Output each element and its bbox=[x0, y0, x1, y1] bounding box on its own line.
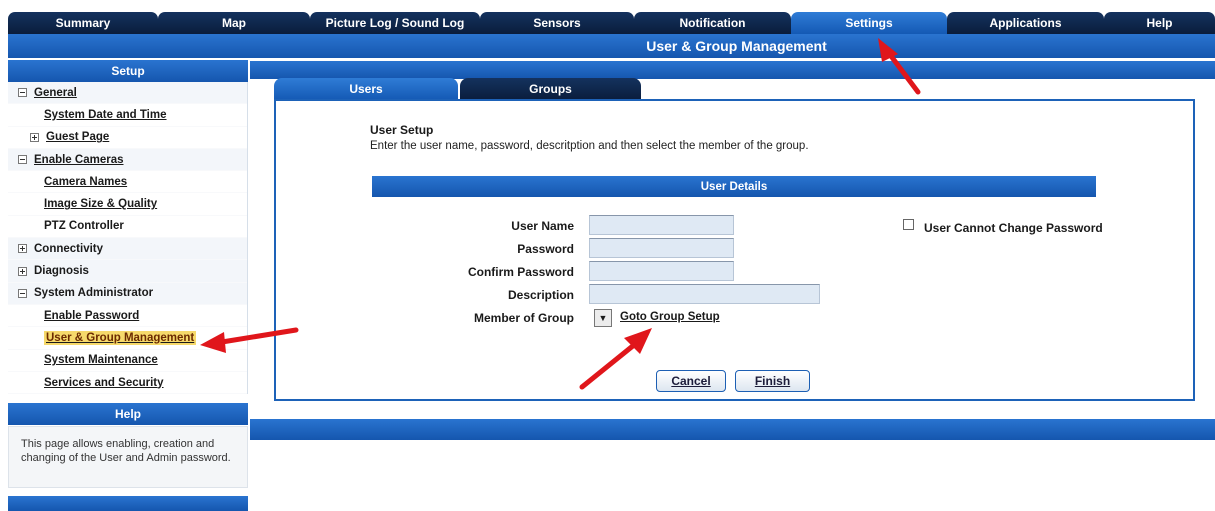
finish-button-label: Finish bbox=[754, 374, 791, 388]
expand-icon[interactable] bbox=[30, 132, 39, 142]
tab-map[interactable]: Map bbox=[158, 12, 310, 34]
sidebar-item-label: Services and Security bbox=[44, 376, 164, 389]
cancel-button[interactable]: Cancel bbox=[656, 370, 726, 392]
user-name-label: User Name bbox=[511, 219, 574, 233]
sidebar-item-label-selected: User & Group Management bbox=[44, 330, 197, 345]
sidebar-item-label: Enable Cameras bbox=[34, 153, 124, 166]
sidebar-item-user-group-management[interactable]: User & Group Management bbox=[8, 327, 247, 350]
tab-picture-log-sound-log[interactable]: Picture Log / Sound Log bbox=[310, 12, 480, 34]
sidebar-item-label: System Maintenance bbox=[44, 354, 158, 367]
member-of-group-dropdown[interactable]: ▼ bbox=[594, 309, 612, 327]
sidebar-item-label: Diagnosis bbox=[34, 265, 89, 278]
sidebar-item-image-size-quality[interactable]: Image Size & Quality bbox=[8, 193, 247, 216]
sidebar-item-label: General bbox=[34, 86, 77, 99]
sidebar-item-label: PTZ Controller bbox=[44, 220, 124, 233]
tab-users[interactable]: Users bbox=[274, 78, 458, 100]
member-of-group-label: Member of Group bbox=[473, 311, 574, 325]
expand-icon[interactable] bbox=[18, 266, 27, 276]
finish-button[interactable]: Finish bbox=[735, 370, 810, 392]
main-footer-bar bbox=[250, 419, 1215, 440]
tab-sensors[interactable]: Sensors bbox=[480, 12, 634, 34]
sidebar-item-services-and-security[interactable]: Services and Security bbox=[8, 371, 247, 395]
sidebar: General System Date and Time Guest Page … bbox=[8, 82, 248, 395]
user-setup-description: Enter the user name, password, descritpt… bbox=[370, 140, 809, 152]
user-setup-title: User Setup bbox=[370, 123, 434, 137]
sidebar-header-setup: Setup bbox=[8, 60, 248, 82]
tab-notification[interactable]: Notification bbox=[634, 12, 791, 34]
tab-help[interactable]: Help bbox=[1104, 12, 1215, 34]
confirm-password-field[interactable] bbox=[589, 261, 734, 281]
user-cannot-change-password-label: User Cannot Change Password bbox=[924, 221, 1103, 235]
sidebar-item-system-date-and-time[interactable]: System Date and Time bbox=[8, 104, 247, 127]
password-field[interactable] bbox=[589, 238, 734, 258]
cancel-button-label: Cancel bbox=[671, 374, 711, 388]
user-name-field[interactable] bbox=[589, 215, 734, 235]
chevron-down-icon: ▼ bbox=[598, 313, 608, 323]
tab-summary[interactable]: Summary bbox=[8, 12, 158, 34]
sidebar-item-label: Guest Page bbox=[46, 131, 110, 144]
sidebar-item-enable-password[interactable]: Enable Password bbox=[8, 304, 247, 328]
sidebar-section-system-administrator[interactable]: System Administrator bbox=[8, 282, 247, 305]
sidebar-item-guest-page[interactable]: Guest Page bbox=[8, 126, 247, 149]
sidebar-footer-bar bbox=[8, 496, 248, 511]
collapse-icon[interactable] bbox=[18, 288, 27, 298]
sidebar-item-label: System Date and Time bbox=[44, 108, 167, 121]
sidebar-item-label: System Administrator bbox=[34, 287, 154, 300]
description-label: Description bbox=[507, 288, 574, 302]
sidebar-section-enable-cameras[interactable]: Enable Cameras bbox=[8, 148, 247, 172]
confirm-password-label: Confirm Password bbox=[467, 265, 574, 279]
sidebar-item-label: Connectivity bbox=[34, 242, 104, 255]
sidebar-section-general[interactable]: General bbox=[8, 82, 247, 105]
tab-settings[interactable]: Settings bbox=[791, 12, 947, 34]
description-field[interactable] bbox=[589, 284, 820, 304]
sidebar-item-ptz-controller[interactable]: PTZ Controller bbox=[8, 215, 247, 239]
sidebar-item-label: Image Size & Quality bbox=[44, 198, 158, 211]
user-cannot-change-password-checkbox[interactable] bbox=[903, 219, 914, 230]
sidebar-section-diagnosis[interactable]: Diagnosis bbox=[8, 260, 247, 283]
password-label: Password bbox=[517, 242, 574, 256]
expand-icon[interactable] bbox=[18, 244, 27, 254]
sidebar-header-help: Help bbox=[8, 403, 248, 425]
sidebar-item-system-maintenance[interactable]: System Maintenance bbox=[8, 349, 247, 372]
sidebar-item-camera-names[interactable]: Camera Names bbox=[8, 171, 247, 194]
tab-groups[interactable]: Groups bbox=[460, 78, 641, 100]
goto-group-setup-link[interactable]: Goto Group Setup bbox=[620, 311, 720, 323]
collapse-icon[interactable] bbox=[18, 88, 27, 98]
main-header-bar bbox=[250, 61, 1215, 79]
collapse-icon[interactable] bbox=[18, 155, 27, 165]
sidebar-item-label: Enable Password bbox=[44, 309, 140, 322]
page-title: User & Group Management bbox=[8, 34, 1215, 58]
sidebar-section-connectivity[interactable]: Connectivity bbox=[8, 238, 247, 261]
top-navigation: Summary Map Picture Log / Sound Log Sens… bbox=[8, 12, 1215, 34]
sidebar-item-label: Camera Names bbox=[44, 175, 128, 188]
tab-applications[interactable]: Applications bbox=[947, 12, 1104, 34]
help-text: This page allows enabling, creation and … bbox=[8, 426, 248, 488]
user-details-header: User Details bbox=[372, 176, 1096, 197]
